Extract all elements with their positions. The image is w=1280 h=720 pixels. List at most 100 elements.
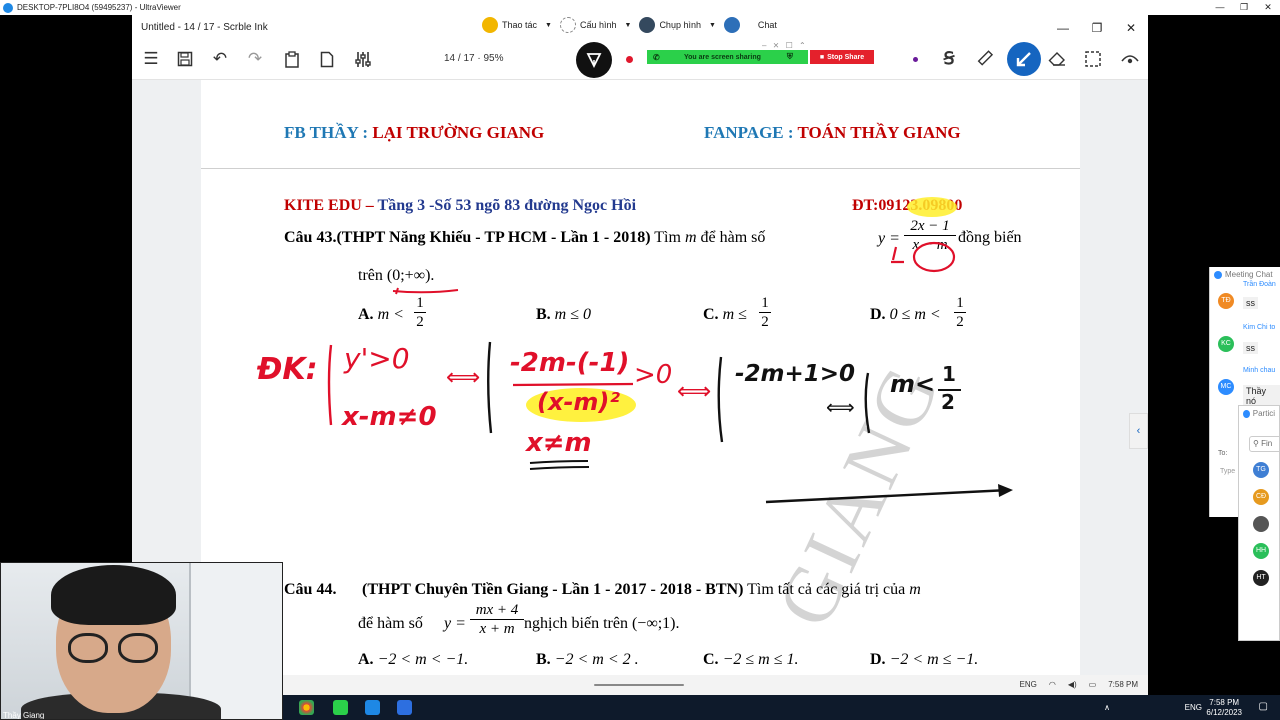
- q44-option-a[interactable]: A. −2 < m < −1.: [358, 651, 468, 669]
- app-restore-button[interactable]: ❐: [1080, 21, 1114, 35]
- thao-tac-menu[interactable]: Thao tác ▼: [482, 17, 552, 33]
- local-language[interactable]: ENG: [1185, 703, 1202, 712]
- scroll-handle[interactable]: [594, 684, 684, 686]
- ink-numerator: -2m-(-1): [510, 348, 630, 378]
- q44-option-d-expr: −2 < m ≤ −1.: [889, 651, 979, 668]
- remote-tray: ENG ◠ ◀) ▭ 7:58 PM: [1019, 680, 1138, 689]
- local-clock[interactable]: 7:58 PM 6/12/2023: [1206, 698, 1242, 718]
- eraser-icon[interactable]: [1046, 48, 1068, 70]
- screen-sharing-indicator: ✆ You are screen sharing ⛨: [647, 50, 808, 64]
- chat-sender: Trần Đoàn: [1243, 281, 1276, 288]
- phone-icon: ✆: [653, 52, 660, 62]
- participant-avatar[interactable]: CĐ: [1253, 489, 1269, 505]
- document-page[interactable]: GIANG FB THẦY : LẠI TRƯỜNG GIANG FANPAGE…: [201, 80, 1080, 695]
- lasso-icon[interactable]: Ꞩ: [938, 48, 960, 70]
- tray-up-icon[interactable]: ∧: [1104, 703, 1110, 712]
- meeting-chat-header: Meeting Chat: [1210, 267, 1280, 282]
- collapse-panel-tab[interactable]: ‹: [1129, 413, 1148, 449]
- caret-down-icon: ▼: [708, 21, 716, 29]
- new-page-icon[interactable]: [316, 48, 338, 70]
- caret-down-icon: ▼: [545, 21, 552, 29]
- messenger-icon[interactable]: [333, 700, 348, 715]
- battery-icon: ▭: [1088, 680, 1097, 689]
- ink-brace-4: [864, 372, 871, 434]
- chat-message: ss: [1243, 342, 1258, 354]
- remote-control-bar: Thao tác ▼ Cấu hình ▼ Chụp hình ▼ Chat: [482, 17, 777, 33]
- cau-hinh-menu[interactable]: Cấu hình ▼: [559, 17, 632, 33]
- pencil-icon: [482, 17, 498, 33]
- cau-hinh-label: Cấu hình: [579, 20, 617, 30]
- ink-one-mark: [891, 246, 904, 264]
- webcam-video[interactable]: Thầy Giang: [0, 562, 283, 720]
- glasses-right: [118, 633, 158, 663]
- ultraviewer-taskbar-icon[interactable]: [365, 700, 380, 715]
- question-44-line1: Câu 44.: [284, 581, 336, 599]
- ink-gt0: >0: [634, 360, 673, 390]
- chrome-icon[interactable]: [299, 700, 314, 715]
- share-window-controls[interactable]: – ⨯ ☐ ⌃: [762, 41, 808, 50]
- ultraviewer-minimize-button[interactable]: —: [1208, 2, 1232, 13]
- view-icon[interactable]: [1119, 48, 1141, 70]
- redo-icon[interactable]: ↷: [244, 48, 266, 70]
- app-close-button[interactable]: ✕: [1114, 21, 1148, 35]
- participant-avatar[interactable]: HT: [1253, 570, 1269, 586]
- ultraviewer-close-button[interactable]: ✕: [1256, 2, 1280, 13]
- q44-heading: Câu 44.: [284, 581, 337, 598]
- q44-line2-start: để hàm số: [358, 615, 423, 632]
- participant-avatar[interactable]: HH: [1253, 543, 1269, 559]
- notification-icon[interactable]: ▢: [1259, 701, 1268, 712]
- q44-option-d[interactable]: D. −2 < m ≤ −1.: [870, 651, 978, 669]
- ink-x-ne-m-2: x≠m: [526, 428, 592, 458]
- chup-hinh-menu[interactable]: Chụp hình ▼: [639, 17, 716, 33]
- q44-m: m: [909, 581, 921, 598]
- menu-icon[interactable]: ☰: [140, 48, 162, 70]
- stop-share-button[interactable]: ■ Stop Share: [810, 50, 874, 64]
- select-region-icon[interactable]: [1082, 48, 1104, 70]
- q44-option-b-expr: −2 < m < 2 .: [554, 651, 639, 668]
- q44-numerator: mx + 4: [475, 602, 519, 618]
- undo-icon[interactable]: ↶: [209, 48, 231, 70]
- chat-message: Thầy nó: [1243, 385, 1280, 407]
- chat-sender: Kim Chi to: [1243, 324, 1276, 331]
- arrow-tool-icon[interactable]: [1007, 42, 1041, 76]
- ultraviewer-title: DESKTOP-7PLI8O4 (59495237) - UltraViewer: [17, 3, 181, 12]
- purple-color-swatch[interactable]: [913, 57, 918, 62]
- q44-option-c[interactable]: C. −2 ≤ m ≤ 1.: [703, 651, 798, 669]
- caret-down-icon: ▼: [624, 21, 632, 29]
- ink-fraction-bar: [512, 382, 634, 387]
- participants-search[interactable]: ⚲ Fin: [1249, 436, 1280, 452]
- app-minimize-button[interactable]: —: [1046, 21, 1080, 35]
- remote-window: Untitled - 14 / 17 - Scrble Ink Thao tác…: [132, 15, 1148, 695]
- ink-brace-1: [327, 344, 333, 426]
- participants-title: Partici: [1252, 409, 1275, 418]
- page-indicator: 14 / 17 · 95%: [444, 53, 504, 64]
- red-color-swatch[interactable]: [626, 56, 633, 63]
- participant-avatar[interactable]: TG: [1253, 462, 1269, 478]
- chat-menu[interactable]: Chat: [723, 17, 777, 33]
- circle-denominator: [912, 241, 956, 273]
- glasses-left: [68, 633, 108, 663]
- q44-option-b[interactable]: B. −2 < m < 2 .: [536, 651, 639, 669]
- webcam-door: [189, 563, 282, 719]
- pen-tool-icon[interactable]: [576, 42, 612, 78]
- screen: DESKTOP-7PLI8O4 (59495237) - UltraViewer…: [0, 0, 1280, 720]
- ink-equiv-1: ⟺: [446, 363, 481, 391]
- q44-source: (THPT Chuyên Tiền Giang - Lần 1 - 2017 -…: [362, 581, 744, 598]
- ink-x-ne-m: x-m≠0: [342, 402, 437, 432]
- participant-avatar[interactable]: [1253, 516, 1269, 532]
- option-b-label: B.: [536, 651, 551, 668]
- remote-language: ENG: [1019, 680, 1037, 689]
- ruler-icon[interactable]: [974, 48, 996, 70]
- chat-input[interactable]: Type: [1220, 468, 1235, 475]
- ink-m-lt: m<: [890, 370, 936, 398]
- clipboard-icon[interactable]: [281, 48, 303, 70]
- save-icon[interactable]: [174, 48, 196, 70]
- app-title-bar: Untitled - 14 / 17 - Scrble Ink Thao tác…: [132, 15, 1148, 40]
- ultraviewer-restore-button[interactable]: ❐: [1232, 2, 1256, 13]
- q44-interval: (−∞;1).: [631, 615, 680, 632]
- avatar: MC: [1218, 379, 1234, 395]
- participants-header: Partici: [1239, 406, 1279, 421]
- zoom-taskbar-icon[interactable]: [397, 700, 412, 715]
- local-time: 7:58 PM: [1209, 698, 1240, 707]
- settings-sliders-icon[interactable]: [352, 48, 374, 70]
